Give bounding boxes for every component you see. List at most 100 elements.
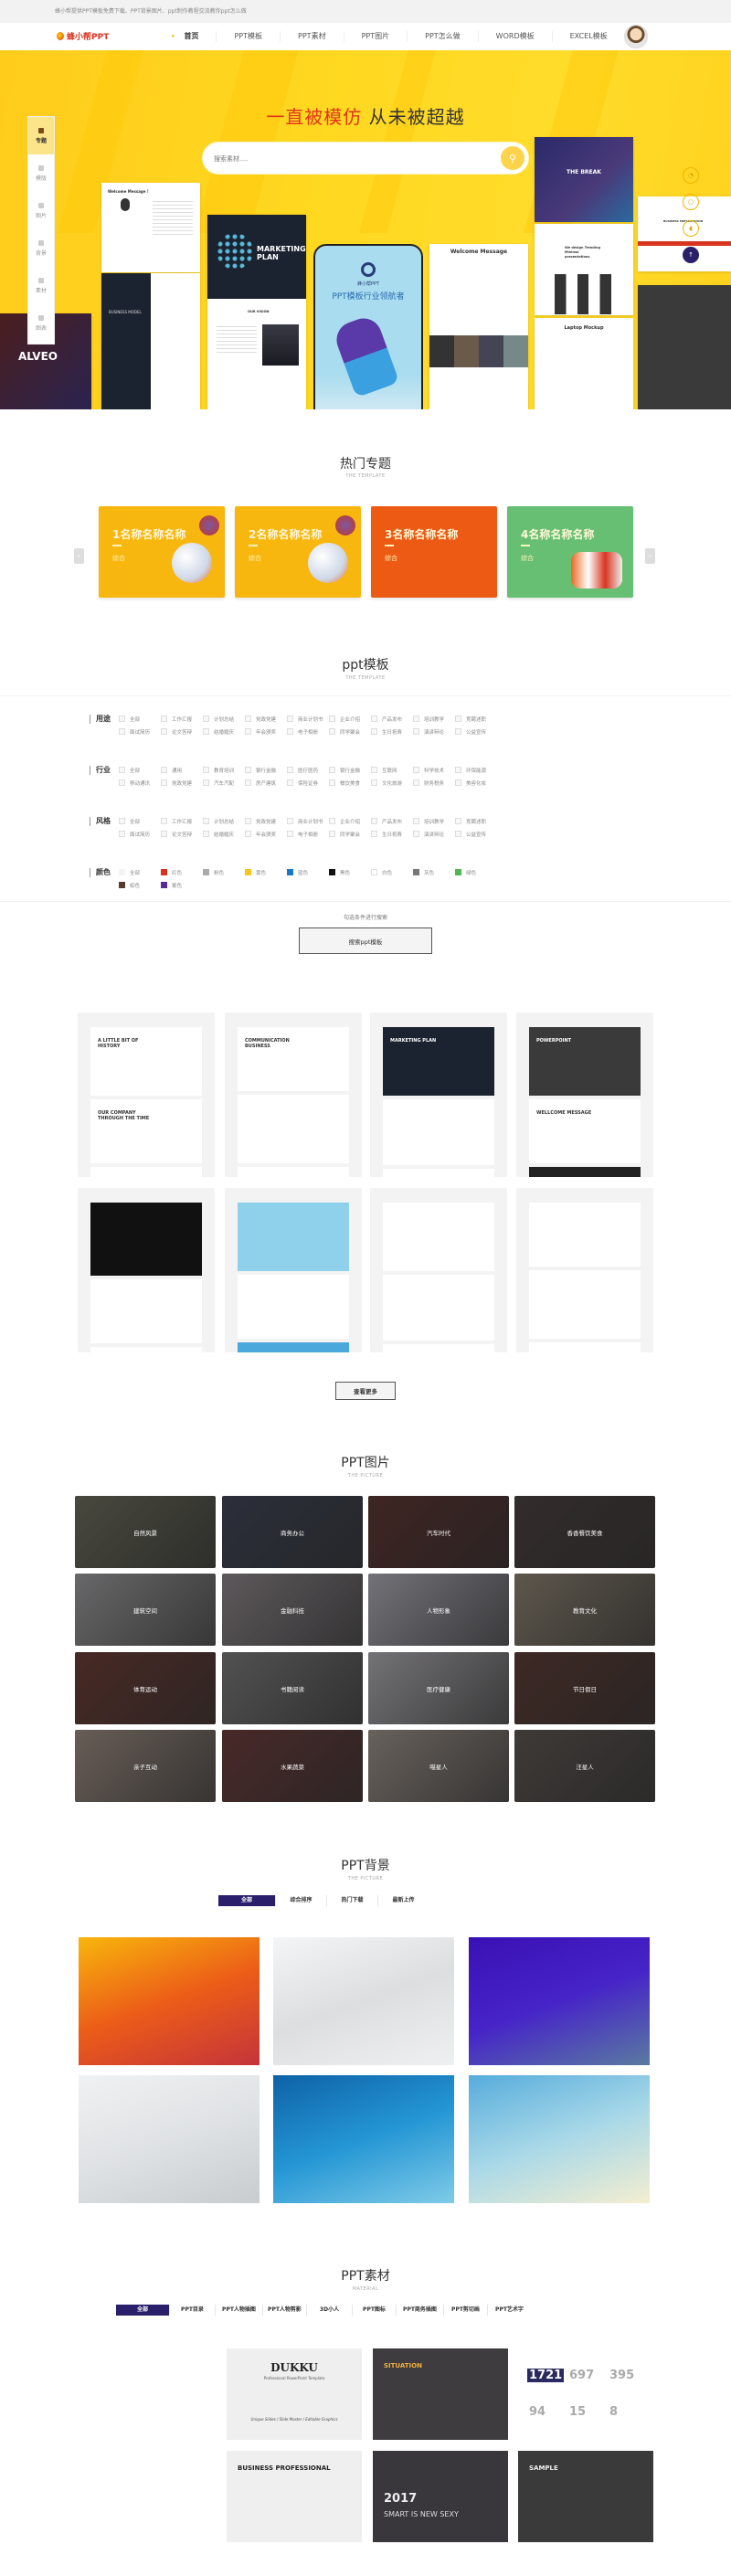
checkbox[interactable] (161, 818, 167, 824)
checkbox[interactable] (161, 869, 167, 875)
checkbox[interactable] (455, 767, 461, 773)
checkbox[interactable] (455, 818, 461, 824)
carousel-prev-button[interactable]: ‹ (74, 548, 84, 564)
filter-option[interactable]: 商业计划书 (287, 715, 329, 723)
nav-item-1[interactable]: PPT模板 (216, 31, 280, 42)
business-professional-template[interactable]: BUSINESS PROFESSIONAL (227, 2451, 362, 2542)
checkbox[interactable] (413, 767, 419, 773)
filter-option[interactable]: 同学聚会 (329, 830, 371, 838)
checkbox[interactable] (203, 767, 209, 773)
filter-option[interactable]: 同学聚会 (329, 727, 371, 736)
filter-option[interactable]: 互联网 (371, 766, 413, 774)
checkbox[interactable] (413, 716, 419, 722)
tab-2[interactable]: 热门下载 (326, 1895, 377, 1906)
checkbox[interactable] (329, 779, 335, 786)
filter-option[interactable]: 汽车汽配 (203, 779, 245, 787)
checkbox[interactable] (455, 728, 461, 735)
filter-option[interactable]: 年会颁奖 (245, 830, 287, 838)
search-templates-button[interactable]: 搜索ppt模板 (299, 928, 432, 954)
filter-option[interactable]: 财务税务 (413, 779, 455, 787)
filter-option[interactable]: 银行金融 (245, 766, 287, 774)
checkbox[interactable] (161, 779, 167, 786)
filter-option[interactable]: 全部 (119, 715, 161, 723)
filter-option[interactable]: 通用 (161, 766, 203, 774)
tab-3[interactable]: PPT人物剪影 (262, 2305, 306, 2316)
purple-abstract-background[interactable] (469, 1937, 650, 2065)
qq-button[interactable]: ○ (683, 194, 699, 210)
carousel-next-button[interactable]: › (645, 548, 655, 564)
filter-option[interactable]: 培训教学 (413, 817, 455, 825)
situation-template[interactable]: SITUATION (373, 2348, 508, 2440)
filter-option[interactable]: 竞聘述职 (455, 715, 497, 723)
checkbox[interactable] (287, 767, 293, 773)
template-card[interactable]: MARKETING PLAN (370, 1012, 507, 1177)
picture-tile[interactable]: 亲子互动 (75, 1730, 216, 1802)
tab-8[interactable]: PPT艺术字 (487, 2305, 531, 2316)
filter-option[interactable]: 党政党建 (161, 779, 203, 787)
checkbox[interactable] (119, 767, 125, 773)
filter-option[interactable]: 产品发布 (371, 715, 413, 723)
filter-option[interactable]: 粉色 (203, 868, 245, 876)
filter-option[interactable]: 紫色 (161, 881, 203, 889)
filter-option[interactable]: 演讲辩论 (413, 727, 455, 736)
people-photo-template[interactable] (79, 2451, 214, 2542)
checkbox[interactable] (119, 831, 125, 837)
picture-tile[interactable]: 节日假日 (514, 1652, 655, 1724)
filter-option[interactable]: 白色 (371, 868, 413, 876)
light-geometric-background[interactable] (79, 2075, 260, 2203)
filter-option[interactable]: 灰色 (413, 868, 455, 876)
checkbox[interactable] (413, 779, 419, 786)
template-card[interactable] (516, 1188, 653, 1352)
filter-option[interactable]: 商业计划书 (287, 817, 329, 825)
filter-option[interactable]: 餐饮美食 (329, 779, 371, 787)
search-button[interactable]: ⚲ (501, 146, 524, 170)
nav-item-5[interactable]: WORD模板 (477, 31, 552, 42)
checkbox[interactable] (413, 818, 419, 824)
checkbox[interactable] (119, 716, 125, 722)
picture-tile[interactable]: 金融科技 (222, 1574, 363, 1646)
checkbox[interactable] (161, 767, 167, 773)
checkbox[interactable] (287, 779, 293, 786)
filter-option[interactable]: 科学技术 (413, 766, 455, 774)
picture-tile[interactable]: 医疗健康 (368, 1652, 509, 1724)
nav-item-6[interactable]: EXCEL模板 (551, 31, 625, 42)
side-nav-item[interactable]: 图表 (28, 304, 54, 342)
checkbox[interactable] (371, 818, 377, 824)
smart-is-new-sexy-template[interactable]: 2017 SMART IS NEW SEXY (373, 2451, 508, 2542)
checkbox[interactable] (203, 728, 209, 735)
filter-option[interactable]: 论文答辩 (161, 727, 203, 736)
checkbox[interactable] (287, 869, 293, 875)
checkbox[interactable] (329, 831, 335, 837)
picture-tile[interactable]: 自然风景 (75, 1496, 216, 1568)
checkbox[interactable] (287, 728, 293, 735)
checkbox[interactable] (413, 831, 419, 837)
checkbox[interactable] (455, 831, 461, 837)
sample-portfolio-template[interactable]: SAMPLE (518, 2451, 653, 2542)
checkbox[interactable] (413, 728, 419, 735)
filter-option[interactable]: 年会颁奖 (245, 727, 287, 736)
filter-option[interactable]: 棕色 (119, 881, 161, 889)
filter-option[interactable]: 银行金融 (329, 766, 371, 774)
checkbox[interactable] (203, 716, 209, 722)
checkbox[interactable] (245, 818, 251, 824)
filter-option[interactable]: 党政党建 (245, 715, 287, 723)
checkbox[interactable] (287, 818, 293, 824)
filter-option[interactable]: 培训教学 (413, 715, 455, 723)
filter-option[interactable]: 医疗医药 (287, 766, 329, 774)
tab-1[interactable]: PPT目录 (169, 2305, 215, 2316)
nav-item-3[interactable]: PPT图片 (343, 31, 408, 42)
tab-3[interactable]: 最新上传 (377, 1895, 429, 1906)
checkbox[interactable] (119, 779, 125, 786)
sky-window-background[interactable] (469, 2075, 650, 2203)
filter-option[interactable]: 移动通讯 (119, 779, 161, 787)
tab-0[interactable]: 全部 (218, 1895, 275, 1906)
checkbox[interactable] (161, 831, 167, 837)
checkbox[interactable] (455, 716, 461, 722)
filter-option[interactable]: 企业介绍 (329, 715, 371, 723)
picture-tile[interactable]: 建筑空间 (75, 1574, 216, 1646)
filter-option[interactable]: 生日祝寿 (371, 727, 413, 736)
filter-option[interactable]: 全部 (119, 817, 161, 825)
picture-tile[interactable]: 水果蔬菜 (222, 1730, 363, 1802)
stats-template[interactable]: 1721 697 395 94 15 8 (518, 2348, 653, 2440)
checkbox[interactable] (371, 716, 377, 722)
